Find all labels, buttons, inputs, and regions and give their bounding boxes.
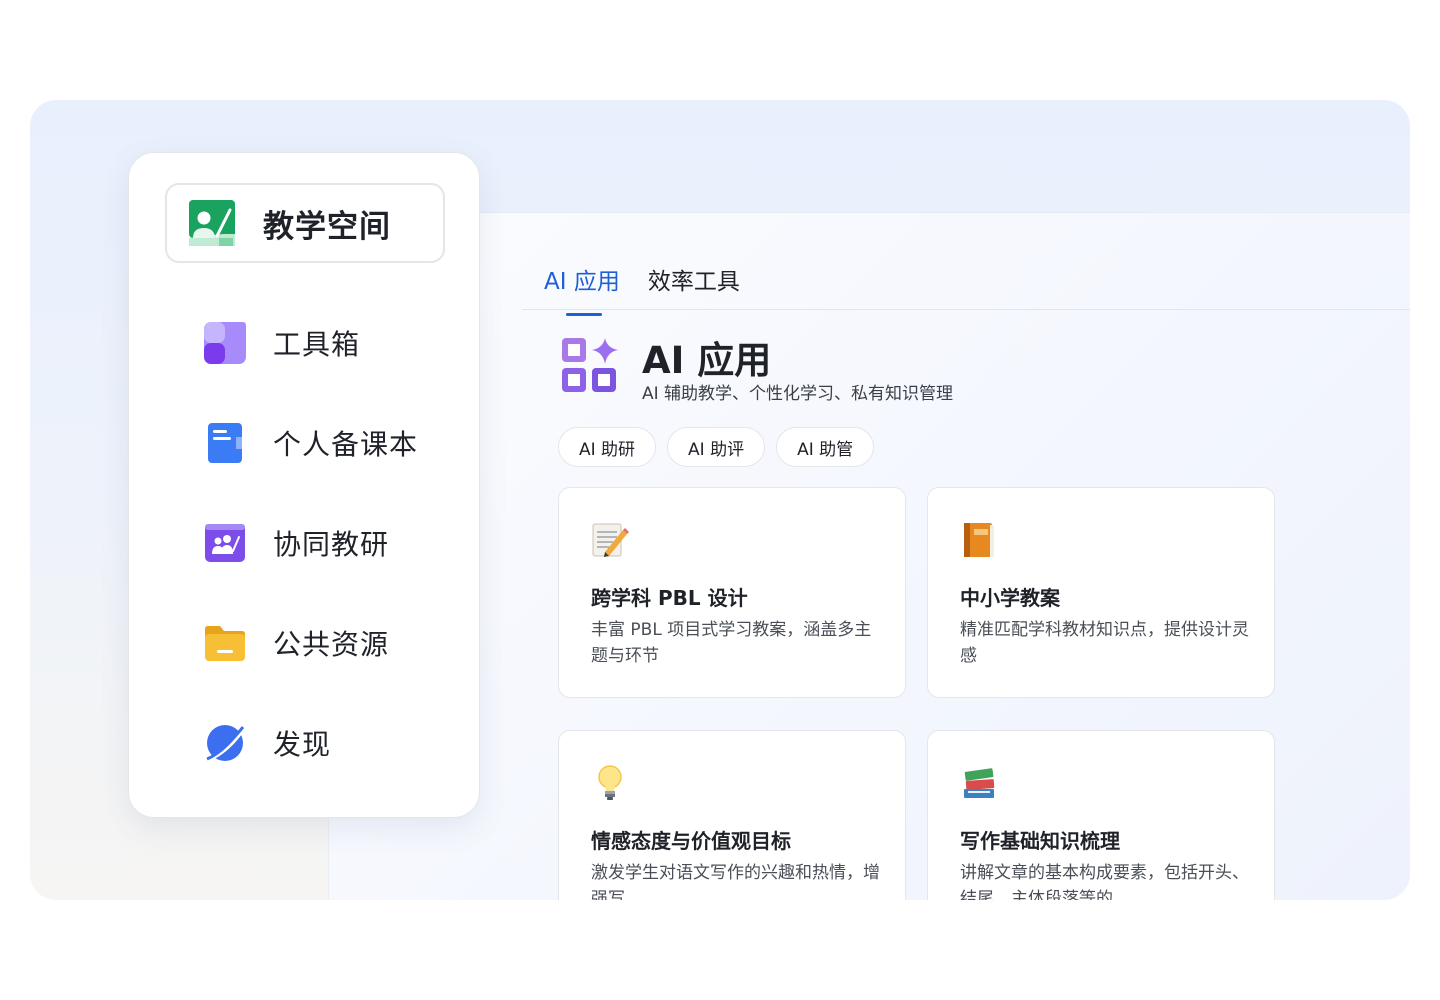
page-title: AI 应用	[642, 339, 772, 382]
tabs-divider	[522, 309, 1410, 310]
app-card[interactable]: 中小学教案 精准匹配学科教材知识点，提供设计灵感	[927, 487, 1275, 698]
orange-book-icon	[964, 523, 994, 557]
card-title: 跨学科 PBL 设计	[591, 586, 748, 610]
sidebar-item-label: 个人备课本	[273, 428, 419, 461]
memo-pencil-icon	[592, 523, 629, 557]
sidebar-item-public-resources[interactable]: 公共资源	[203, 618, 453, 668]
sidebar-item-label: 公共资源	[273, 628, 390, 661]
sidebar-item-label: 工具箱	[273, 328, 361, 361]
card-title: 写作基础知识梳理	[960, 829, 1120, 853]
ai-apps-icon	[562, 338, 618, 392]
card-title: 情感态度与价值观目标	[591, 829, 791, 853]
workspace-label: 教学空间	[263, 208, 391, 245]
chip-ai-research[interactable]: AI 助研	[558, 427, 657, 467]
tab-efficiency-tools[interactable]: 效率工具	[648, 262, 740, 314]
workspace-icon	[189, 200, 235, 246]
page-subtitle: AI 辅助教学、个性化学习、私有知识管理	[642, 384, 954, 404]
sidebar-item-notebook[interactable]: 个人备课本	[203, 418, 453, 468]
notebook-icon	[203, 421, 247, 465]
app-card[interactable]: 跨学科 PBL 设计 丰富 PBL 项目式学习教案，涵盖多主题与环节	[558, 487, 906, 698]
card-description: 精准匹配学科教材知识点，提供设计灵感	[960, 620, 1249, 666]
sidebar-item-toolbox[interactable]: 工具箱	[203, 318, 453, 368]
chip-ai-management[interactable]: AI 助管	[776, 427, 875, 467]
page-bottom-margin	[0, 900, 1440, 1000]
sidebar: 教学空间 工具箱 个人备课本 协同教研 公共资源 发现	[128, 152, 480, 818]
lightbulb-icon	[598, 765, 622, 800]
chip-ai-evaluation[interactable]: AI 助评	[667, 427, 766, 467]
tab-bar: AI 应用 效率工具	[544, 262, 768, 316]
sidebar-item-label: 发现	[273, 728, 332, 761]
sidebar-item-label: 协同教研	[273, 528, 390, 561]
folder-icon	[203, 621, 247, 665]
sidebar-item-collaboration[interactable]: 协同教研	[203, 518, 453, 568]
card-title: 中小学教案	[960, 586, 1060, 610]
toolbox-icon	[203, 321, 247, 365]
card-description: 丰富 PBL 项目式学习教案，涵盖多主题与环节	[591, 620, 872, 666]
collaboration-icon	[203, 521, 247, 565]
workspace-button[interactable]: 教学空间	[165, 183, 445, 263]
filter-chips: AI 助研 AI 助评 AI 助管	[558, 427, 885, 467]
tab-ai-apps[interactable]: AI 应用	[544, 262, 620, 316]
books-icon	[964, 768, 995, 798]
sidebar-item-discover[interactable]: 发现	[203, 718, 453, 768]
planet-icon	[203, 721, 247, 765]
